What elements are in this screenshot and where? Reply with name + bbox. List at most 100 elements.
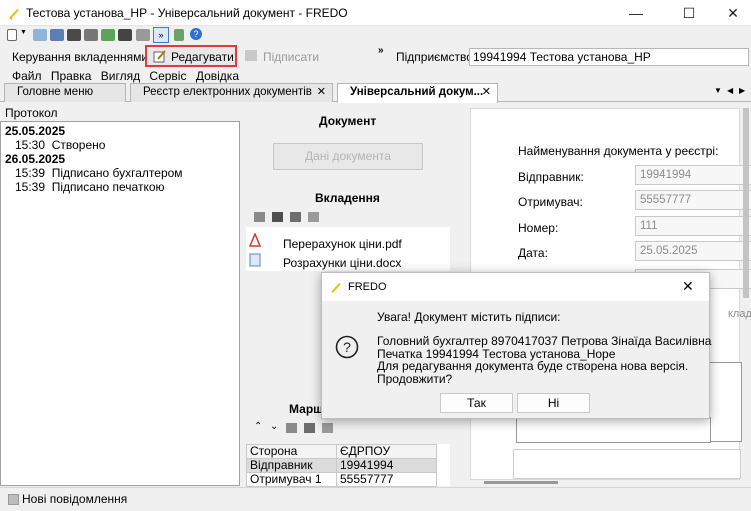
attach-print-icon[interactable] bbox=[290, 212, 301, 222]
table-row[interactable]: Відправник 19941994 bbox=[246, 458, 437, 473]
route-side: Отримувач 1 bbox=[246, 472, 337, 487]
receiver-field[interactable]: 55557777 bbox=[635, 190, 751, 210]
form-text-area-2[interactable] bbox=[516, 417, 711, 443]
expand-toolbar-icon[interactable]: » bbox=[153, 27, 169, 43]
tab-main-menu-label: Головне меню bbox=[17, 86, 94, 98]
route-col-side: Сторона bbox=[246, 444, 337, 459]
attach-tree-icon[interactable] bbox=[254, 212, 265, 222]
document-data-button[interactable]: Дані документа bbox=[273, 143, 423, 170]
close-dialog-button[interactable]: ✕ bbox=[682, 278, 694, 295]
edit-button[interactable]: Редагувати bbox=[145, 45, 237, 67]
dropdown-arrow-icon[interactable]: ▼ bbox=[20, 29, 27, 36]
tab-scroll-left-icon[interactable]: ◀ bbox=[727, 86, 733, 95]
edit-icon bbox=[153, 50, 166, 63]
new-messages-button[interactable]: Нові повідомлення bbox=[22, 492, 127, 506]
find-icon[interactable] bbox=[118, 29, 132, 41]
protocol-time: 15:30 bbox=[15, 138, 46, 152]
attachments-title: Вкладення bbox=[315, 191, 380, 205]
tab-universal-document-label: Універсальний докум... bbox=[350, 86, 484, 98]
route-edit-icon[interactable] bbox=[304, 423, 315, 433]
menu-service[interactable]: Сервіс bbox=[149, 69, 186, 83]
copy-icon[interactable] bbox=[33, 29, 47, 41]
protocol-time: 15:39 bbox=[15, 180, 46, 194]
attachments-management-button[interactable]: Керування вкладеннями bbox=[12, 50, 148, 64]
hint-partial: кладе bbox=[728, 308, 751, 320]
tab-scroll-right-icon[interactable]: ▶ bbox=[739, 86, 745, 95]
protocol-time: 15:39 bbox=[15, 166, 46, 180]
attachment-file[interactable]: Розрахунки ціни.docx bbox=[283, 256, 401, 270]
more-icon[interactable]: » bbox=[378, 45, 384, 56]
receiver-label: Отримувач: bbox=[518, 195, 583, 209]
sign-button[interactable]: Підписати bbox=[263, 50, 319, 64]
number-label: Номер: bbox=[518, 221, 559, 235]
refresh-icon[interactable] bbox=[101, 29, 115, 41]
attachments-toolbar bbox=[254, 212, 434, 224]
form-heading: Найменування документа у реєстрі: bbox=[518, 144, 719, 158]
print-icon[interactable] bbox=[84, 29, 98, 41]
document-section-title: Документ bbox=[319, 114, 377, 128]
route-toolbar: ⌃ ⌄ bbox=[254, 421, 354, 435]
route-list-icon[interactable] bbox=[322, 423, 333, 433]
messages-icon bbox=[8, 494, 19, 505]
maximize-button[interactable]: ☐ bbox=[666, 0, 712, 26]
tab-main-menu[interactable]: Головне меню bbox=[4, 83, 126, 102]
attach-list-icon[interactable] bbox=[308, 212, 319, 222]
route-code: 19941994 bbox=[336, 458, 437, 473]
new-doc-icon[interactable] bbox=[7, 29, 17, 41]
help-icon[interactable]: ? bbox=[190, 28, 202, 40]
tab-registry-label: Реєстр електронних документів bbox=[143, 86, 312, 98]
protocol-panel: 25.05.2025 15:30 Створено 26.05.2025 15:… bbox=[0, 121, 240, 486]
route-col-code: ЄДРПОУ bbox=[336, 444, 437, 459]
menu-help[interactable]: Довідка bbox=[196, 69, 239, 83]
route-title: Марш bbox=[289, 402, 324, 416]
dialog-line: Продовжити? bbox=[377, 371, 453, 386]
export-icon[interactable] bbox=[174, 29, 184, 41]
yes-button[interactable]: Так bbox=[440, 393, 513, 413]
dialog-line: Головний бухгалтер 8970417037 Петрова Зі… bbox=[377, 334, 712, 348]
form-hscrollbar[interactable] bbox=[484, 481, 558, 484]
route-tree-icon[interactable] bbox=[286, 423, 297, 433]
form-text-area[interactable] bbox=[708, 362, 742, 442]
number-field[interactable]: 111 bbox=[635, 216, 751, 236]
sender-label: Відправник: bbox=[518, 170, 584, 184]
move-up-icon[interactable]: ⌃ bbox=[254, 421, 262, 432]
svg-text:?: ? bbox=[343, 339, 351, 355]
table-row[interactable]: Отримувач 1 55557777 bbox=[246, 472, 437, 487]
no-button[interactable]: Ні bbox=[517, 393, 590, 413]
tab-universal-document[interactable]: Універсальний докум... ✕ bbox=[337, 83, 498, 103]
menu-view[interactable]: Вигляд bbox=[101, 69, 140, 83]
filter-icon[interactable] bbox=[136, 29, 150, 41]
protocol-entry: 15:39 Підписано бухгалтером bbox=[15, 166, 183, 180]
form-scrollbar[interactable] bbox=[743, 108, 749, 298]
app-logo-icon bbox=[331, 283, 341, 293]
protocol-event: Створено bbox=[51, 138, 106, 152]
minimize-button[interactable]: — bbox=[613, 0, 659, 26]
attach-save-icon[interactable] bbox=[272, 212, 283, 222]
enterprise-field[interactable]: 19941994 Тестова установа_НР bbox=[469, 48, 749, 66]
dialog-message: Головний бухгалтер 8970417037 Петрова Зі… bbox=[377, 335, 711, 385]
route-table-wrap: Сторона ЄДРПОУ Відправник 19941994 Отрим… bbox=[246, 444, 450, 487]
form-bottom-box[interactable] bbox=[513, 449, 741, 479]
enterprise-label: Підприємство bbox=[396, 50, 473, 64]
close-tab-icon[interactable]: ✕ bbox=[317, 84, 326, 101]
route-header-row: Сторона ЄДРПОУ bbox=[246, 444, 437, 459]
icon-toolbar: ▼ » ? bbox=[0, 26, 751, 44]
protocol-entry: 15:30 Створено bbox=[15, 138, 105, 152]
protocol-date: 25.05.2025 bbox=[5, 124, 66, 138]
close-window-button[interactable]: ✕ bbox=[710, 0, 751, 26]
menu-edit[interactable]: Правка bbox=[51, 69, 92, 83]
attachment-file[interactable]: Перерахунок ціни.pdf bbox=[283, 237, 402, 251]
route-table: Сторона ЄДРПОУ Відправник 19941994 Отрим… bbox=[246, 444, 437, 487]
menu-file[interactable]: Файл bbox=[12, 69, 42, 83]
tab-list-icon[interactable]: ▼ bbox=[714, 86, 722, 95]
status-bar: Нові повідомлення bbox=[0, 487, 751, 511]
route-code: 55557777 bbox=[336, 472, 437, 487]
save-icon[interactable] bbox=[50, 29, 64, 41]
tab-registry[interactable]: Реєстр електронних документів ✕ bbox=[130, 83, 333, 102]
date-field[interactable]: 25.05.2025 bbox=[635, 241, 751, 261]
sender-field[interactable]: 19941994 bbox=[635, 165, 751, 185]
close-tab-icon[interactable]: ✕ bbox=[482, 84, 491, 101]
protocol-date: 26.05.2025 bbox=[5, 152, 66, 166]
disk-icon[interactable] bbox=[67, 29, 81, 41]
move-down-icon[interactable]: ⌄ bbox=[270, 421, 278, 432]
